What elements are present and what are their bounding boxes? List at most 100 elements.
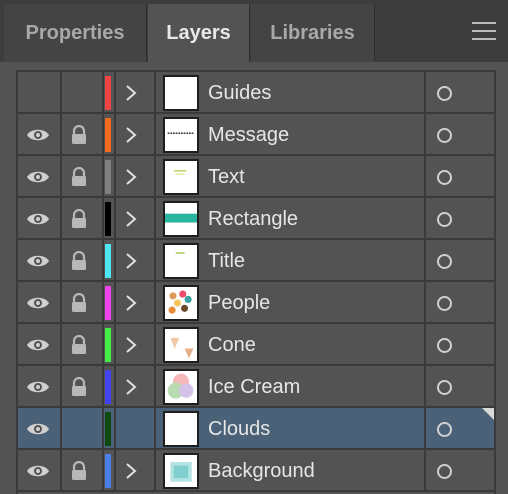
layer-list: Guides Message Text Rectangle Title People Con… [16,70,496,494]
layer-row[interactable]: Title [18,240,494,282]
eye-icon[interactable] [26,295,50,311]
column-divider [154,240,156,280]
column-divider [114,198,116,238]
layer-thumbnail [163,369,199,405]
column-divider [154,156,156,196]
lock-icon[interactable] [70,293,88,313]
column-divider [60,240,62,280]
layer-row[interactable]: Ice Cream [18,366,494,408]
layer-row[interactable]: Clouds [18,408,494,450]
layer-row[interactable]: Guides [18,72,494,114]
column-divider [102,240,104,280]
column-divider [114,408,116,448]
column-divider [60,408,62,448]
target-icon[interactable] [437,254,452,269]
column-divider [114,450,116,490]
eye-icon[interactable] [26,211,50,227]
tab-bar: Properties Layers Libraries [0,0,508,62]
column-divider [154,366,156,406]
panel-menu-icon[interactable] [472,22,496,40]
layer-name[interactable]: People [208,282,270,324]
target-icon[interactable] [437,464,452,479]
chevron-right-icon[interactable] [124,83,138,103]
layer-color-swatch [105,244,111,278]
column-divider [60,198,62,238]
eye-icon[interactable] [26,421,50,437]
chevron-right-icon[interactable] [124,209,138,229]
layer-color-swatch [105,202,111,236]
layer-row[interactable]: People [18,282,494,324]
lock-icon[interactable] [70,209,88,229]
eye-icon[interactable] [26,379,50,395]
layer-color-swatch [105,328,111,362]
chevron-right-icon[interactable] [124,125,138,145]
column-divider [60,114,62,154]
target-icon[interactable] [437,296,452,311]
eye-icon[interactable] [26,463,50,479]
layer-row[interactable]: Rectangle [18,198,494,240]
column-divider [60,72,62,112]
tab-properties[interactable]: Properties [4,4,147,62]
column-divider [60,282,62,322]
column-divider [154,282,156,322]
target-icon[interactable] [437,380,452,395]
column-divider [102,198,104,238]
layer-name[interactable]: Cone [208,324,256,366]
layer-row[interactable]: Background [18,450,494,492]
layer-row[interactable]: Cone [18,324,494,366]
target-icon[interactable] [437,86,452,101]
column-divider [424,72,426,112]
layer-name[interactable]: Message [208,114,289,156]
layer-name[interactable]: Ice Cream [208,366,300,408]
layer-thumbnail [163,243,199,279]
column-divider [154,72,156,112]
column-divider [114,72,116,112]
layer-thumbnail [163,285,199,321]
chevron-right-icon[interactable] [124,461,138,481]
column-divider [424,198,426,238]
target-icon[interactable] [437,128,452,143]
lock-icon[interactable] [70,335,88,355]
layer-name[interactable]: Title [208,240,245,282]
chevron-right-icon[interactable] [124,167,138,187]
target-icon[interactable] [437,170,452,185]
lock-icon[interactable] [70,125,88,145]
target-icon[interactable] [437,212,452,227]
column-divider [102,450,104,490]
layer-color-swatch [105,412,111,446]
column-divider [424,324,426,364]
eye-icon[interactable] [26,127,50,143]
layer-color-swatch [105,76,111,110]
lock-icon[interactable] [70,251,88,271]
column-divider [102,408,104,448]
layer-name[interactable]: Background [208,450,315,492]
chevron-right-icon[interactable] [124,377,138,397]
column-divider [114,282,116,322]
layer-color-swatch [105,160,111,194]
tab-libraries[interactable]: Libraries [251,4,375,62]
lock-icon[interactable] [70,377,88,397]
eye-icon[interactable] [26,337,50,353]
column-divider [60,156,62,196]
chevron-right-icon[interactable] [124,335,138,355]
layer-row[interactable]: Message [18,114,494,156]
target-icon[interactable] [437,422,452,437]
lock-icon[interactable] [70,167,88,187]
tab-layers[interactable]: Layers [148,4,250,62]
layer-name[interactable]: Clouds [208,408,270,450]
column-divider [424,408,426,448]
selection-indicator [482,408,494,420]
column-divider [154,114,156,154]
layer-name[interactable]: Guides [208,72,271,114]
lock-icon[interactable] [70,461,88,481]
column-divider [424,450,426,490]
layer-name[interactable]: Text [208,156,245,198]
eye-icon[interactable] [26,253,50,269]
column-divider [102,324,104,364]
chevron-right-icon[interactable] [124,251,138,271]
chevron-right-icon[interactable] [124,293,138,313]
layer-row[interactable]: Text [18,156,494,198]
eye-icon[interactable] [26,169,50,185]
target-icon[interactable] [437,338,452,353]
layer-name[interactable]: Rectangle [208,198,298,240]
